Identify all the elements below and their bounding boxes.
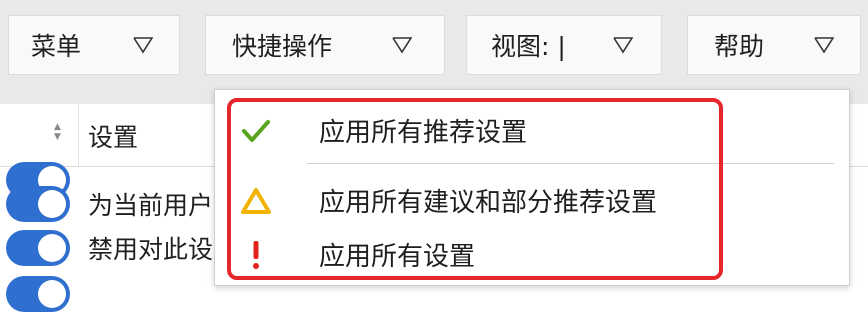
- toggle-switch[interactable]: [6, 276, 70, 312]
- table-row[interactable]: 为当前用户: [0, 184, 230, 228]
- table-row[interactable]: 禁用对此设: [0, 228, 230, 272]
- exclamation-icon: [253, 241, 259, 269]
- toggle-switch[interactable]: [6, 186, 70, 222]
- help-button-label: 帮助: [714, 32, 765, 61]
- row-label: 为当前用户: [88, 191, 214, 220]
- chevron-down-icon: [613, 37, 633, 54]
- toggle-switch[interactable]: [6, 230, 70, 266]
- menu-button-label: 菜单: [31, 32, 82, 61]
- warning-triangle-icon: [241, 188, 271, 214]
- menu-item-label: 应用所有设置: [319, 242, 476, 272]
- sort-icon[interactable]: ▲ ▼: [54, 122, 61, 142]
- toggle-knob: [38, 234, 66, 262]
- table-row[interactable]: [0, 272, 230, 316]
- check-icon: [242, 120, 270, 142]
- menu-item-apply-all[interactable]: 应用所有设置: [215, 228, 849, 278]
- toggle-knob: [38, 280, 66, 308]
- sort-column-header[interactable]: ▲ ▼: [0, 104, 79, 166]
- menu-item-apply-recommended[interactable]: 应用所有推荐设置: [215, 104, 849, 154]
- menu-separator: [307, 163, 834, 164]
- settings-column-header[interactable]: 设置: [88, 118, 138, 154]
- chevron-down-icon: [392, 37, 412, 54]
- menu-item-label: 应用所有建议和部分推荐设置: [319, 188, 658, 218]
- help-button[interactable]: 帮助: [687, 15, 861, 75]
- toggle-knob: [38, 190, 66, 218]
- quick-actions-button[interactable]: 快捷操作: [205, 15, 445, 75]
- menu-button[interactable]: 菜单: [8, 15, 180, 75]
- chevron-down-icon: [133, 37, 153, 54]
- quick-actions-button-label: 快捷操作: [232, 32, 333, 61]
- view-button[interactable]: 视图: |: [466, 15, 662, 75]
- menu-item-label: 应用所有推荐设置: [319, 118, 528, 148]
- view-button-label: 视图: |: [491, 32, 566, 61]
- menu-item-apply-suggested-and-some-recommended[interactable]: 应用所有建议和部分推荐设置: [215, 174, 849, 224]
- row-label: 禁用对此设: [88, 235, 214, 264]
- chevron-down-icon: [814, 37, 834, 54]
- quick-actions-dropdown-menu: 应用所有推荐设置 应用所有建议和部分推荐设置 应用所有设置: [214, 89, 850, 286]
